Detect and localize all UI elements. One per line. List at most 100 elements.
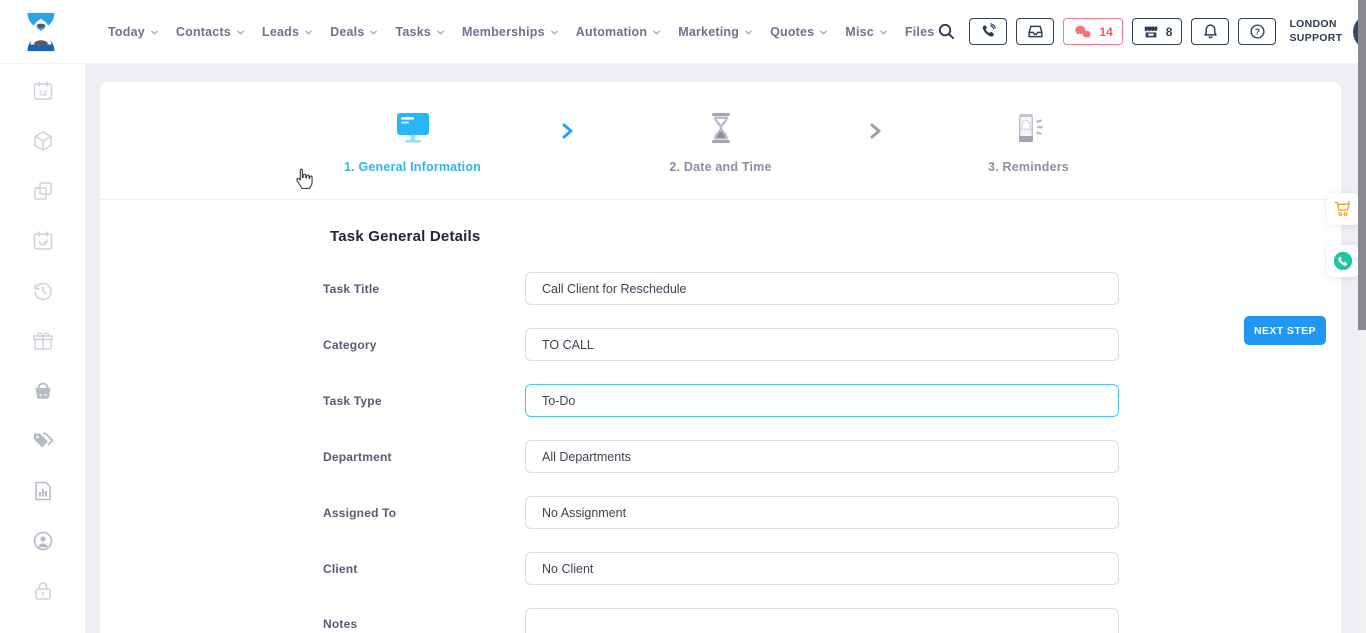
calendar-12-icon: 12 bbox=[31, 79, 55, 103]
assigned-to-input[interactable] bbox=[525, 496, 1119, 529]
sidebar-item-products[interactable] bbox=[31, 129, 55, 153]
nav-item-tasks[interactable]: Tasks bbox=[395, 25, 445, 39]
nav-label: Files bbox=[905, 25, 935, 39]
floating-cart-button[interactable] bbox=[1327, 193, 1359, 225]
store-count-badge: 8 bbox=[1166, 25, 1173, 39]
task-type-input[interactable] bbox=[525, 384, 1119, 417]
nav-label: Contacts bbox=[176, 25, 231, 39]
wizard-steps: 1. General Information 2. Date and Time bbox=[100, 82, 1341, 200]
chevron-right-icon bbox=[868, 122, 882, 140]
nav-item-misc[interactable]: Misc bbox=[845, 25, 888, 39]
chats-button[interactable]: 14 bbox=[1063, 18, 1122, 45]
nav-item-marketing[interactable]: Marketing bbox=[678, 25, 753, 39]
main-nav: Today Contacts Leads Deals Tasks Members… bbox=[108, 25, 934, 39]
scrollbar-thumb[interactable] bbox=[1358, 0, 1366, 330]
notifications-button[interactable] bbox=[1191, 18, 1229, 45]
form-row-task-title: Task Title bbox=[323, 272, 1341, 305]
sidebar-item-history[interactable] bbox=[31, 279, 55, 303]
wizard-step-label: 2. Date and Time bbox=[596, 160, 846, 174]
left-sidebar: 12 bbox=[0, 64, 85, 633]
svg-text:12: 12 bbox=[38, 89, 46, 98]
store-button[interactable]: 8 bbox=[1132, 18, 1183, 45]
wizard-step-label: 1. General Information bbox=[288, 160, 538, 174]
phone-volume-icon bbox=[980, 23, 997, 40]
next-step-button[interactable]: NEXT STEP bbox=[1244, 316, 1326, 345]
nav-item-quotes[interactable]: Quotes bbox=[770, 25, 828, 39]
wizard-step-general-information[interactable]: 1. General Information bbox=[288, 110, 538, 174]
nav-item-memberships[interactable]: Memberships bbox=[462, 25, 559, 39]
sidebar-item-duplicates[interactable] bbox=[31, 179, 55, 203]
nav-label: Automation bbox=[576, 25, 647, 39]
nav-label: Deals bbox=[330, 25, 364, 39]
header-actions: 14 8 ? LONDON SUPPORT bbox=[934, 14, 1366, 50]
user-circle-icon bbox=[31, 529, 55, 553]
form-row-task-type: Task Type bbox=[323, 384, 1341, 417]
nav-item-deals[interactable]: Deals bbox=[330, 25, 378, 39]
form-title: Task General Details bbox=[330, 228, 1341, 245]
nav-label: Misc bbox=[845, 25, 874, 39]
nav-item-leads[interactable]: Leads bbox=[262, 25, 313, 39]
phone-alert-icon bbox=[1012, 111, 1046, 145]
field-label: Client bbox=[323, 562, 525, 576]
notes-textarea[interactable] bbox=[525, 608, 1119, 633]
sidebar-item-tags[interactable] bbox=[31, 429, 55, 453]
chevron-down-icon bbox=[879, 28, 888, 37]
top-header: Today Contacts Leads Deals Tasks Members… bbox=[0, 0, 1358, 64]
search-icon[interactable] bbox=[934, 20, 958, 44]
chevron-down-icon bbox=[369, 28, 378, 37]
field-label: Category bbox=[323, 338, 525, 352]
inbox-button[interactable] bbox=[1016, 18, 1054, 45]
help-icon: ? bbox=[1249, 23, 1266, 40]
help-button[interactable]: ? bbox=[1238, 18, 1276, 45]
cube-icon bbox=[31, 129, 55, 153]
phone-volume-button[interactable] bbox=[969, 18, 1007, 45]
floating-call-button[interactable] bbox=[1327, 245, 1359, 277]
nav-item-contacts[interactable]: Contacts bbox=[176, 25, 245, 39]
category-input[interactable] bbox=[525, 328, 1119, 361]
field-label: Assigned To bbox=[323, 506, 525, 520]
nav-item-today[interactable]: Today bbox=[108, 25, 159, 39]
wizard-step-label: 3. Reminders bbox=[904, 160, 1154, 174]
nav-label: Tasks bbox=[395, 25, 431, 39]
basket-icon bbox=[31, 379, 55, 403]
wizard-step-date-and-time[interactable]: 2. Date and Time bbox=[596, 110, 846, 174]
field-label: Notes bbox=[323, 608, 525, 631]
gift-icon bbox=[31, 329, 55, 353]
task-general-form: Task General Details Task Title Category… bbox=[100, 200, 1341, 633]
nav-label: Memberships bbox=[462, 25, 545, 39]
task-title-input[interactable] bbox=[525, 272, 1119, 305]
history-icon bbox=[31, 279, 55, 303]
sidebar-item-reports[interactable] bbox=[31, 479, 55, 503]
calendar-sync-icon bbox=[31, 229, 55, 253]
department-input[interactable] bbox=[525, 440, 1119, 473]
tags-icon bbox=[31, 429, 55, 453]
sidebar-item-basket[interactable] bbox=[31, 379, 55, 403]
account-name: LONDON SUPPORT bbox=[1289, 18, 1342, 45]
phone-circle-icon bbox=[1332, 250, 1354, 272]
hourglass-icon bbox=[707, 111, 735, 145]
nav-label: Leads bbox=[262, 25, 299, 39]
chevron-down-icon bbox=[819, 28, 828, 37]
form-row-assigned-to: Assigned To bbox=[323, 496, 1341, 529]
chevron-down-icon bbox=[236, 28, 245, 37]
chats-count-badge: 14 bbox=[1099, 25, 1112, 39]
client-input[interactable] bbox=[525, 552, 1119, 585]
nav-label: Marketing bbox=[678, 25, 739, 39]
sidebar-item-calendar-sync[interactable] bbox=[31, 229, 55, 253]
lock-icon bbox=[31, 579, 55, 603]
vertical-scrollbar bbox=[1358, 0, 1366, 633]
field-label: Task Type bbox=[323, 394, 525, 408]
sidebar-item-calendar[interactable]: 12 bbox=[31, 79, 55, 103]
sidebar-item-profile[interactable] bbox=[31, 529, 55, 553]
wizard-step-reminders[interactable]: 3. Reminders bbox=[904, 110, 1154, 174]
nav-item-automation[interactable]: Automation bbox=[576, 25, 661, 39]
nav-item-files[interactable]: Files bbox=[905, 25, 935, 39]
chevron-down-icon bbox=[436, 28, 445, 37]
field-label: Department bbox=[323, 450, 525, 464]
form-row-notes: Notes bbox=[323, 608, 1341, 633]
sidebar-item-security[interactable] bbox=[31, 579, 55, 603]
copy-icon bbox=[31, 179, 55, 203]
monitor-icon bbox=[393, 110, 433, 146]
app-logo-hourglass-icon[interactable] bbox=[18, 9, 64, 55]
sidebar-item-rewards[interactable] bbox=[31, 329, 55, 353]
